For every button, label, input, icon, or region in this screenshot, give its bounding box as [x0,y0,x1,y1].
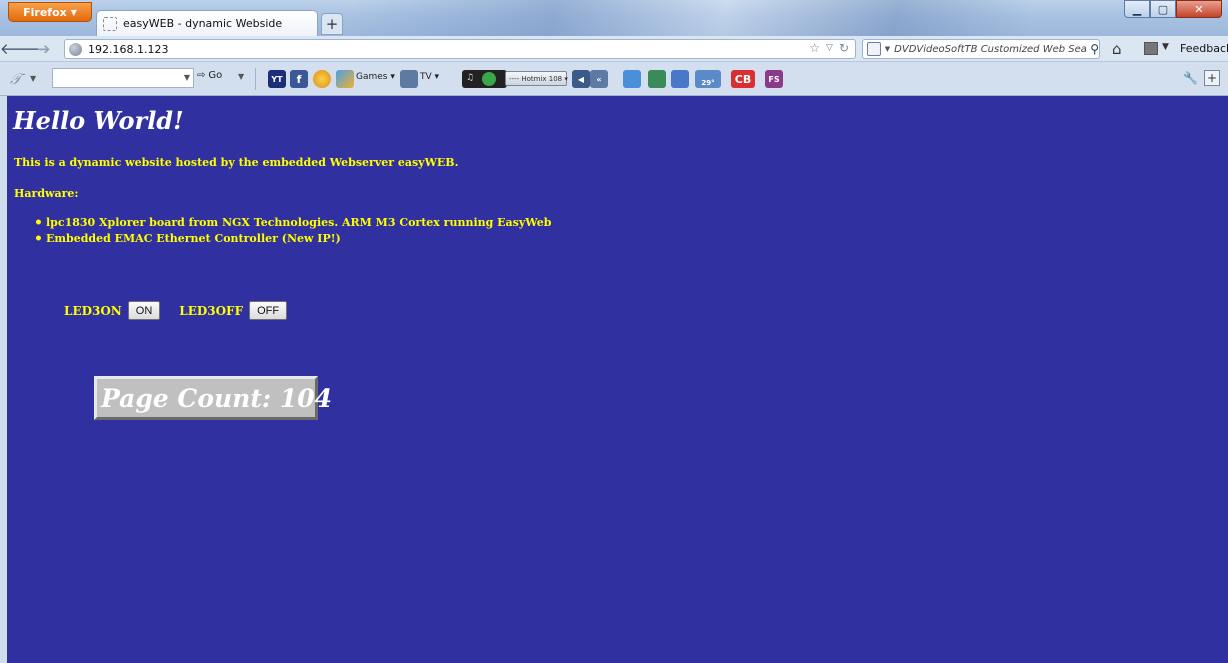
toolbar-logo-icon[interactable]: 𝒯 [10,70,22,88]
radio-player: ♫ [462,70,507,88]
search-input[interactable]: DVDVideoSoftTB Customized Web Searc [894,44,1086,55]
image-icon[interactable] [648,70,666,88]
bookmark-star-icon[interactable]: ☆ [809,41,820,55]
radio-station-label: ---- Hotmix 108 [509,74,563,83]
facebook-icon[interactable]: f [290,70,308,88]
page-count-text: Page Count: 104 [101,383,333,413]
title-bar: Firefox ▼ easyWEB - dynamic Webside + ▁ … [0,0,1228,36]
url-bar[interactable]: 192.168.1.123 ☆ ▽ ↻ [64,39,856,59]
smiley-icon[interactable] [313,70,331,88]
toolbar-search-input[interactable]: ▼ [52,68,194,88]
window-controls: ▁ ▢ ✕ [1124,0,1222,18]
chevron-down-icon[interactable]: ▼ [238,72,244,81]
tv-menu[interactable]: TV ▾ [420,72,439,82]
navigation-bar: 🡐 ➔ 192.168.1.123 ☆ ▽ ↻ ▼ DVDVideoSoftTB… [0,36,1228,62]
play-icon[interactable] [482,72,496,86]
url-text[interactable]: 192.168.1.123 [88,43,168,56]
chevron-down-icon: ▼ [70,7,77,17]
search-engine-icon[interactable] [867,42,881,56]
tv-label: TV [420,72,432,82]
maximize-button[interactable]: ▢ [1150,0,1176,18]
page-heading: Hello World! [13,106,184,135]
tv-icon[interactable] [400,70,418,88]
hardware-label: Hardware: [14,187,79,200]
close-window-button[interactable]: ✕ [1176,0,1222,18]
addon-toolbar: 𝒯 ▼ ▼ ⇨ Go ▼ YT f Games ▾ TV ▾ ♫ ---- Ho… [0,62,1228,96]
toolbar-separator [255,68,256,90]
web-page: Hello World! This is a dynamic website h… [7,96,1228,663]
list-item: lpc1830 Xplorer board from NGX Technolog… [34,215,551,232]
chevron-down-icon[interactable]: ▼ [184,73,190,82]
wrench-icon[interactable]: 🔧 [1183,71,1198,85]
forward-button[interactable]: ➔ [32,38,56,60]
volume-icon[interactable]: ◀ [572,70,590,88]
led-on-label: LED3ON [64,303,122,318]
led-controls: LED3ON ON LED3OFF OFF [64,301,288,320]
led-on-button[interactable]: ON [127,301,161,320]
go-arrow-icon: ⇨ [197,70,206,81]
weather-icon[interactable]: 29° [695,70,721,88]
sidebar-edge [0,96,7,663]
blank-favicon-icon [103,16,117,31]
bookmarks-icon[interactable] [1144,42,1158,55]
games-label: Games [356,72,388,82]
youtube-icon[interactable]: YT [268,70,286,88]
feedback-link[interactable]: Feedback [1180,42,1228,55]
mail-icon[interactable] [671,70,689,88]
reload-icon[interactable]: ↻ [839,41,849,55]
music-note-icon: ♫ [466,73,475,83]
list-item: Embedded EMAC Ethernet Controller (New I… [34,231,551,248]
chat-icon[interactable] [623,70,641,88]
chevron-down-icon[interactable]: ▼ [30,74,36,83]
firefox-menu-button[interactable]: Firefox ▼ [8,2,92,22]
forward-arrow-icon: ➔ [37,39,51,58]
intro-text: This is a dynamic website hosted by the … [14,156,459,169]
site-identity-icon[interactable] [69,42,82,56]
weather-temp: 29° [701,79,715,87]
search-bar[interactable]: ▼ DVDVideoSoftTB Customized Web Searc ⚲ [862,39,1100,59]
radio-station-select[interactable]: ---- Hotmix 108 ▾ [505,71,568,86]
chevron-down-icon[interactable]: ▼ [1162,42,1169,52]
new-tab-button[interactable]: + [321,13,343,35]
led-off-label: LED3OFF [179,303,244,318]
tab-easyweb[interactable]: easyWEB - dynamic Webside [96,10,318,36]
tab-title: easyWEB - dynamic Webside [123,17,283,30]
hardware-list: lpc1830 Xplorer board from NGX Technolog… [34,215,551,248]
home-icon[interactable]: ⌂ [1112,40,1122,58]
fs-icon[interactable]: FS [765,70,783,88]
page-count-box: Page Count: 104 [94,376,332,420]
firefox-menu-label: Firefox [23,5,67,19]
add-toolbar-icon[interactable]: + [1204,70,1220,86]
go-button[interactable]: ⇨ Go [197,70,222,81]
games-menu[interactable]: Games ▾ [356,72,395,82]
go-label: Go [208,70,223,81]
minimize-button[interactable]: ▁ [1124,0,1150,18]
chevron-down-icon[interactable]: ▼ [885,45,890,53]
title-bar-glass [350,0,1030,36]
back-button[interactable]: 🡐 [0,38,40,60]
search-magnifier-icon[interactable]: ⚲ [1090,42,1099,56]
led-off-button[interactable]: OFF [249,301,288,320]
games-icon[interactable] [336,70,354,88]
url-bar-actions: ☆ ▽ ↻ [809,41,849,55]
cb-icon[interactable]: CB [731,70,755,88]
rewind-icon[interactable]: « [590,70,608,88]
history-dropdown-icon[interactable]: ▽ [826,41,833,55]
